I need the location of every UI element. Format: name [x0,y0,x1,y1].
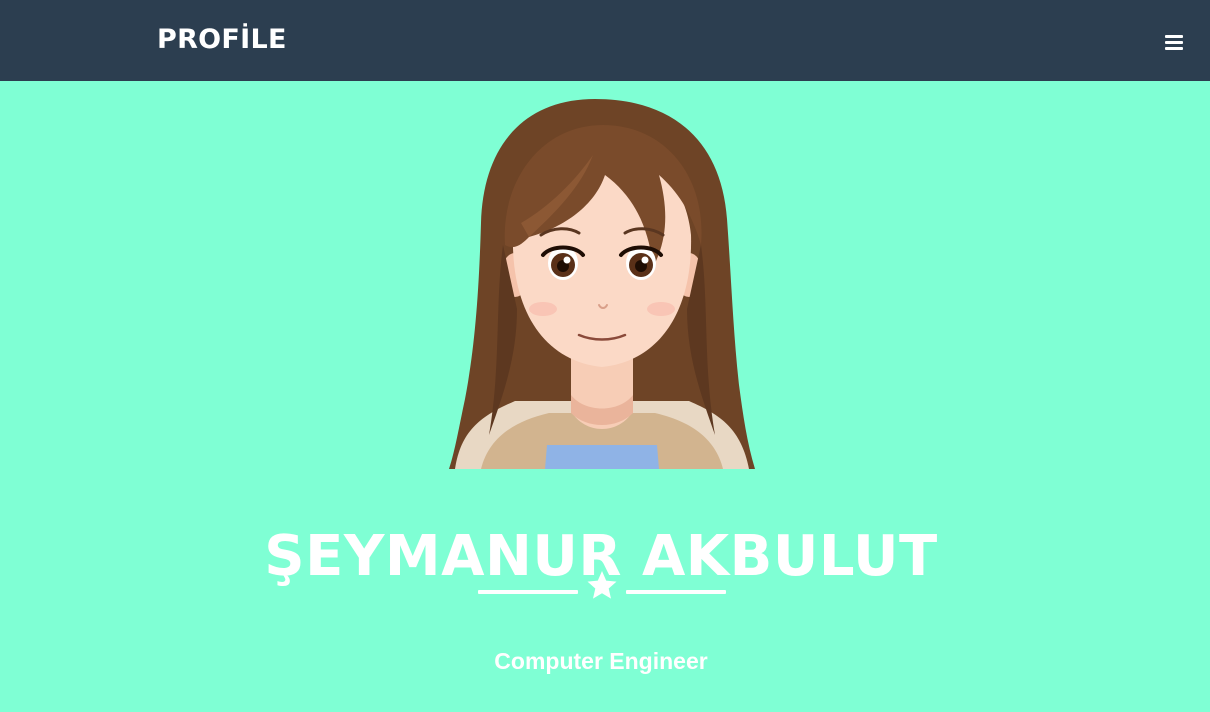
cartoon-avatar-girl [449,99,755,469]
hamburger-menu-icon [1165,35,1183,50]
star-divider [478,567,726,601]
profile-avatar [445,95,759,469]
masthead: ŞEYMANUR AKBULUT Computer Engineer [0,81,1210,712]
menu-toggle-button[interactable] [1158,27,1190,57]
divider-line-left [478,590,578,594]
profile-subtitle: Computer Engineer [494,648,708,674]
divider-line-right [626,590,726,594]
navbar: PROFİLE [0,0,1210,81]
star-icon [587,571,617,599]
brand-link[interactable]: PROFİLE [157,22,287,58]
